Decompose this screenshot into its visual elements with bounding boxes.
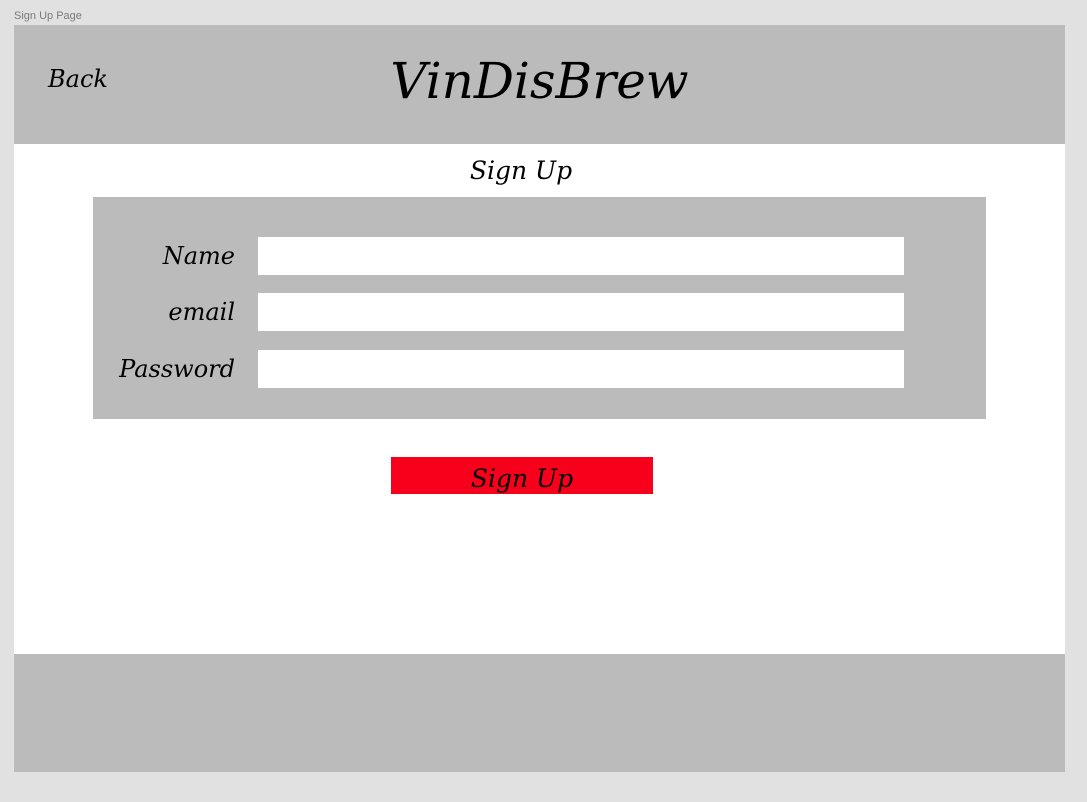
email-row: email — [93, 293, 986, 331]
password-row: Password — [93, 350, 986, 388]
email-field[interactable] — [258, 293, 904, 331]
footer-bar — [14, 654, 1065, 772]
password-field[interactable] — [258, 350, 904, 388]
name-row: Name — [93, 237, 986, 275]
header-bar: Back VinDisBrew — [14, 25, 1065, 144]
name-field[interactable] — [258, 237, 904, 275]
signup-form: Name email Password — [93, 197, 986, 419]
sign-up-button[interactable]: Sign Up — [391, 457, 653, 494]
name-label: Name — [162, 242, 235, 270]
sign-up-page: Back VinDisBrew Sign Up Name email Passw… — [14, 25, 1065, 772]
brand-title: VinDisBrew — [390, 52, 689, 110]
email-label: email — [168, 298, 235, 326]
password-label: Password — [119, 355, 235, 383]
page-title: Sign Up — [469, 156, 573, 185]
frame-label: Sign Up Page — [14, 10, 82, 22]
